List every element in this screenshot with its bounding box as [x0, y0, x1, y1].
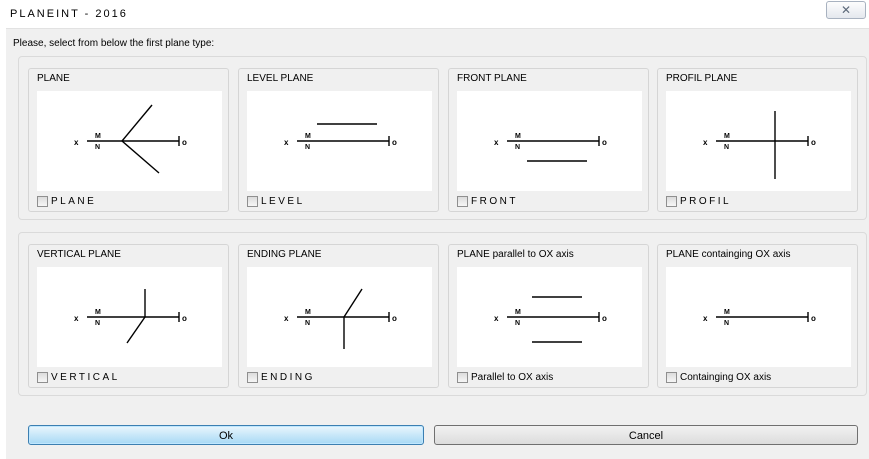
- title-bar: PLANEINT - 2016 ✕: [0, 0, 869, 28]
- parallel-ox-checkbox-label[interactable]: Parallel to OX axis: [471, 372, 553, 383]
- horizontal-trace: [126, 316, 146, 344]
- horizontal-trace: [121, 104, 153, 142]
- o-label: o: [602, 138, 607, 147]
- level-checkbox-label[interactable]: LEVEL: [261, 196, 305, 207]
- panel-title: PLANE containging OX axis: [666, 249, 791, 260]
- level-plane-diagram: x MNo: [247, 91, 432, 191]
- panel-title: VERTICAL PLANE: [37, 249, 121, 260]
- diagram-svg: x MNo: [494, 133, 607, 162]
- containing-ox-checkbox[interactable]: [666, 372, 677, 383]
- ok-button[interactable]: Ok: [28, 425, 424, 445]
- n-label: N: [95, 144, 100, 151]
- x-axis-label: x: [74, 138, 79, 147]
- m-label: M: [95, 309, 101, 316]
- n-label: N: [305, 144, 310, 151]
- vertical-checkbox-label[interactable]: VERTICAL: [51, 372, 120, 383]
- panel-profil-plane: PROFIL PLANE x MNo PROFIL: [657, 68, 858, 212]
- panel-plane: PLANE x MNo PLANE: [28, 68, 229, 212]
- panel-title: PROFIL PLANE: [666, 73, 738, 84]
- o-label: o: [811, 314, 816, 323]
- x-axis-label: x: [74, 314, 79, 323]
- plane-option[interactable]: PLANE: [37, 195, 96, 208]
- plane-checkbox[interactable]: [37, 196, 48, 207]
- m-label: M: [724, 133, 730, 140]
- containing-ox-diagram: x MNo: [666, 267, 851, 367]
- diagram-svg: x MNo: [703, 111, 816, 179]
- containing-ox-checkbox-label[interactable]: Containging OX axis: [680, 372, 771, 383]
- n-label: N: [515, 320, 520, 327]
- plane-checkbox-label[interactable]: PLANE: [51, 196, 96, 207]
- instruction-text: Please, select from below the first plan…: [13, 38, 215, 49]
- o-label: o: [811, 138, 816, 147]
- ending-checkbox-label[interactable]: ENDING: [261, 372, 315, 383]
- o-label: o: [602, 314, 607, 323]
- x-axis-label: x: [494, 314, 499, 323]
- diagram-svg: x MNo: [74, 289, 187, 344]
- panel-plane-parallel-ox: PLANE parallel to OX axis x MNo Parallel …: [448, 244, 649, 388]
- vertical-plane-diagram: x MNo: [37, 267, 222, 367]
- parallel-ox-checkbox[interactable]: [457, 372, 468, 383]
- profil-plane-diagram: x MNo: [666, 91, 851, 191]
- front-option[interactable]: FRONT: [457, 195, 518, 208]
- ending-trace: [343, 288, 363, 318]
- n-label: N: [305, 320, 310, 327]
- vertical-checkbox[interactable]: [37, 372, 48, 383]
- x-axis-label: x: [284, 138, 289, 147]
- n-label: N: [724, 320, 729, 327]
- front-checkbox[interactable]: [457, 196, 468, 207]
- o-label: o: [182, 138, 187, 147]
- diagram-svg: x MNo: [494, 296, 607, 343]
- panel-title: PLANE parallel to OX axis: [457, 249, 574, 260]
- x-axis-label: x: [703, 314, 708, 323]
- ending-option[interactable]: ENDING: [247, 371, 315, 384]
- parallel-ox-option[interactable]: Parallel to OX axis: [457, 371, 553, 384]
- vertical-option[interactable]: VERTICAL: [37, 371, 120, 384]
- window-title: PLANEINT - 2016: [10, 8, 128, 20]
- level-checkbox[interactable]: [247, 196, 258, 207]
- diagram-svg: x MNo: [284, 123, 397, 151]
- m-label: M: [515, 309, 521, 316]
- level-option[interactable]: LEVEL: [247, 195, 305, 208]
- m-label: M: [305, 133, 311, 140]
- front-plane-diagram: x MNo: [457, 91, 642, 191]
- profil-option[interactable]: PROFIL: [666, 195, 731, 208]
- diagram-svg: x MNo: [74, 104, 187, 174]
- frontal-trace: [121, 140, 160, 174]
- n-label: N: [95, 320, 100, 327]
- panel-front-plane: FRONT PLANE x MNo FRONT: [448, 68, 649, 212]
- ending-plane-diagram: x MNo: [247, 267, 432, 367]
- cancel-button[interactable]: Cancel: [434, 425, 858, 445]
- containing-ox-option[interactable]: Containging OX axis: [666, 371, 771, 384]
- diagram-svg: x MNo: [703, 309, 816, 327]
- panel-title: ENDING PLANE: [247, 249, 322, 260]
- m-label: M: [515, 133, 521, 140]
- panel-title: PLANE: [37, 73, 70, 84]
- profil-checkbox[interactable]: [666, 196, 677, 207]
- panel-level-plane: LEVEL PLANE x MNo LEVEL: [238, 68, 439, 212]
- panel-vertical-plane: VERTICAL PLANE x MNo VERTICAL: [28, 244, 229, 388]
- o-label: o: [392, 138, 397, 147]
- x-axis-label: x: [284, 314, 289, 323]
- front-checkbox-label[interactable]: FRONT: [471, 196, 518, 207]
- panel-title: FRONT PLANE: [457, 73, 527, 84]
- n-label: N: [724, 144, 729, 151]
- diagram-svg: x MNo: [284, 288, 397, 349]
- o-label: o: [182, 314, 187, 323]
- n-label: N: [515, 144, 520, 151]
- ending-checkbox[interactable]: [247, 372, 258, 383]
- plane-diagram: x MNo: [37, 91, 222, 191]
- x-axis-label: x: [703, 138, 708, 147]
- close-button[interactable]: ✕: [826, 1, 866, 19]
- parallel-ox-diagram: x MNo: [457, 267, 642, 367]
- m-label: M: [724, 309, 730, 316]
- close-icon: ✕: [840, 3, 852, 17]
- o-label: o: [392, 314, 397, 323]
- panel-title: LEVEL PLANE: [247, 73, 314, 84]
- m-label: M: [305, 309, 311, 316]
- x-axis-label: x: [494, 138, 499, 147]
- panel-plane-containing-ox: PLANE containging OX axis x MNo Containgi…: [657, 244, 858, 388]
- profil-checkbox-label[interactable]: PROFIL: [680, 196, 731, 207]
- m-label: M: [95, 133, 101, 140]
- panel-ending-plane: ENDING PLANE x MNo ENDING: [238, 244, 439, 388]
